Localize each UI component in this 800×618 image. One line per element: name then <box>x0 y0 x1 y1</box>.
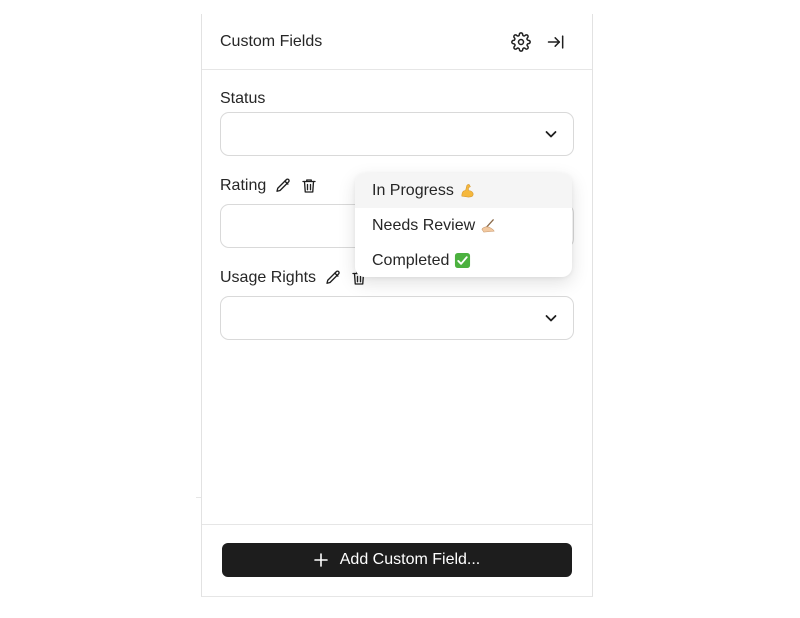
pencil-icon[interactable] <box>274 177 292 195</box>
option-label: In Progress <box>372 181 454 199</box>
option-label: Completed <box>372 251 450 269</box>
status-label: Status <box>220 90 265 108</box>
status-dropdown-menu: In Progress Needs Review Completed <box>355 173 572 277</box>
usage-rights-label: Usage Rights <box>220 269 368 287</box>
usage-rights-select[interactable] <box>220 296 574 340</box>
plus-icon <box>313 553 328 567</box>
usage-rights-label-text: Usage Rights <box>220 269 317 286</box>
rating-label: Rating <box>220 177 318 195</box>
custom-fields-panel: Custom Fields Status Rating Usage Rights… <box>201 14 593 597</box>
add-custom-field-button[interactable]: Add Custom Field... <box>222 543 572 577</box>
option-label: Needs Review <box>372 216 476 234</box>
rating-label-text: Rating <box>220 177 267 194</box>
dropdown-option-needs-review[interactable]: Needs Review <box>355 208 572 243</box>
check-mark-button-icon <box>454 252 471 269</box>
panel-header: Custom Fields <box>202 14 592 70</box>
gear-icon[interactable] <box>510 31 532 53</box>
footer-divider <box>202 524 592 525</box>
chevron-down-icon <box>545 131 557 138</box>
screen: Custom Fields Status Rating Usage Rights… <box>0 0 800 618</box>
dropdown-option-in-progress[interactable]: In Progress <box>355 173 572 208</box>
flexed-biceps-icon <box>459 182 476 199</box>
add-custom-field-label: Add Custom Field... <box>339 551 481 568</box>
collapse-panel-icon[interactable] <box>545 31 567 53</box>
chevron-down-icon <box>545 315 557 322</box>
status-select[interactable] <box>220 112 574 156</box>
pencil-icon[interactable] <box>324 269 342 287</box>
panel-title: Custom Fields <box>220 33 323 50</box>
trash-icon[interactable] <box>300 177 318 195</box>
status-label-text: Status <box>220 90 266 107</box>
writing-hand-icon <box>480 217 497 234</box>
dropdown-option-completed[interactable]: Completed <box>355 243 572 277</box>
